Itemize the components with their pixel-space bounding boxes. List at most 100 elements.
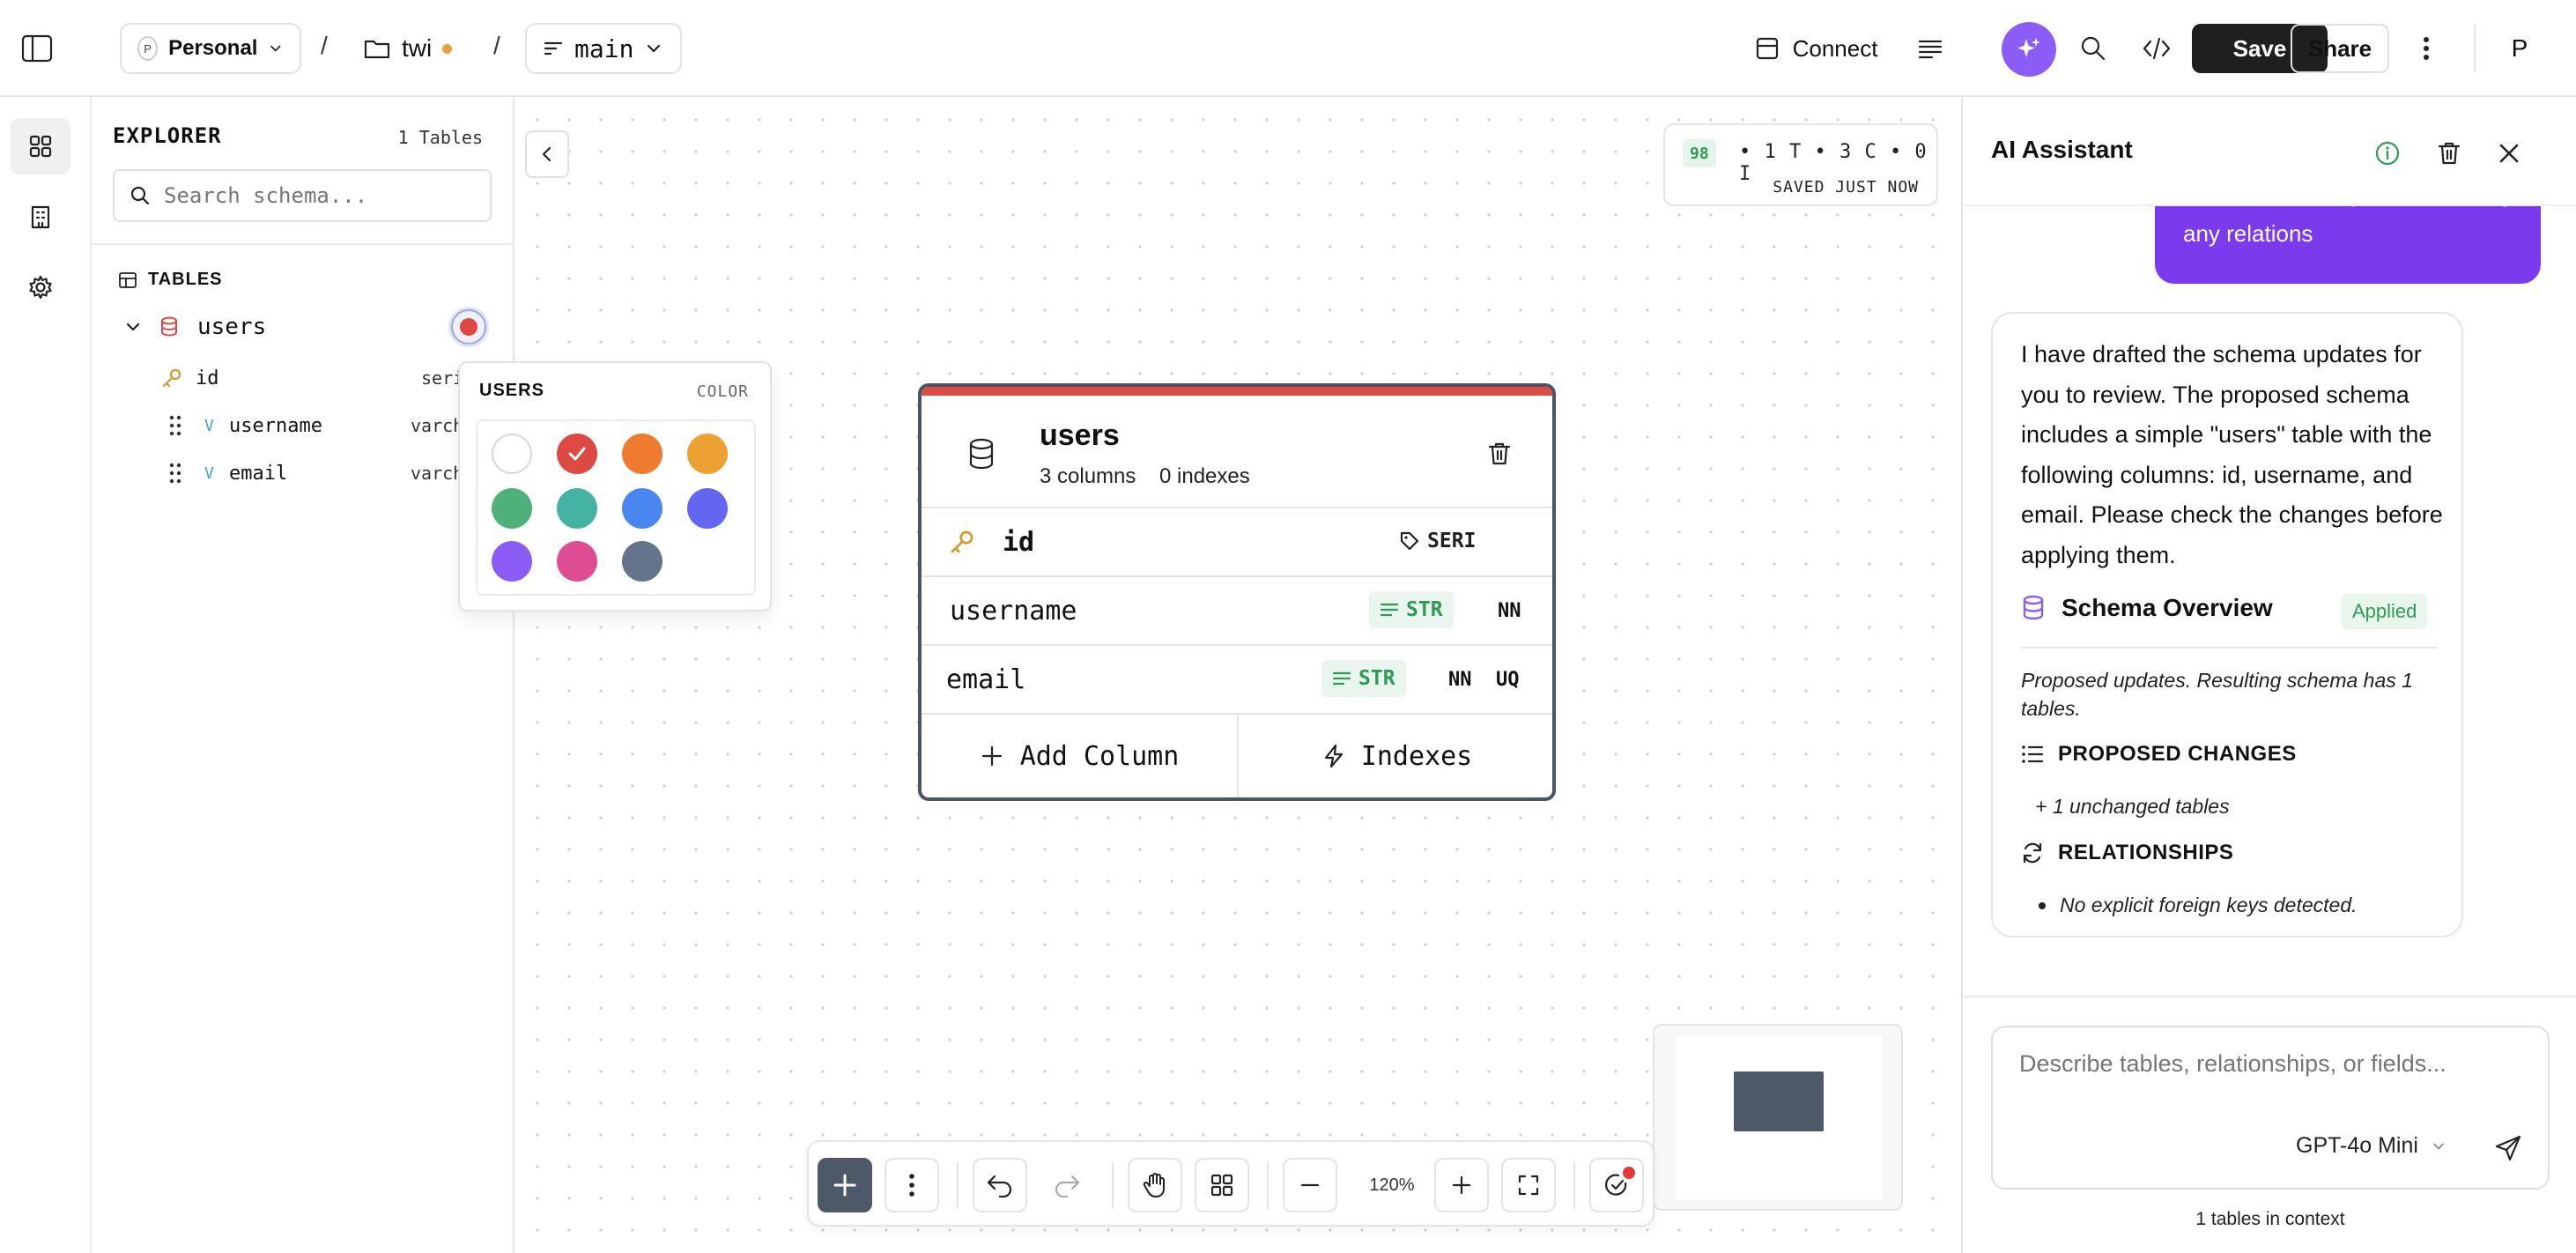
explorer-panel: EXPLORER 1 Tables TABLES users id seri V… <box>92 97 514 1253</box>
clear-chat-button[interactable] <box>2432 136 2467 171</box>
redo-button[interactable] <box>1040 1158 1094 1212</box>
user-avatar[interactable]: P <box>2495 23 2544 74</box>
color-swatch-white[interactable] <box>492 434 532 474</box>
connect-label: Connect <box>1792 34 1878 62</box>
indexes-label: Indexes <box>1360 740 1473 772</box>
plus-icon <box>1452 1175 1471 1195</box>
workspace-selector[interactable]: P Personal <box>120 23 301 74</box>
toggle-sidebar-button[interactable] <box>12 23 62 74</box>
ai-assistant-button[interactable] <box>2002 22 2056 77</box>
chevron-down-icon <box>126 323 140 331</box>
tree-column-username[interactable]: V username varch <box>92 404 514 448</box>
divider <box>1573 1161 1575 1209</box>
chat-input-box[interactable]: GPT-4o Mini <box>1991 1026 2550 1190</box>
not-null-flag: NN <box>1448 668 1472 691</box>
proposed-changes-title: PROPOSED CHANGES <box>2058 742 2297 766</box>
table-card-title[interactable]: users <box>1040 419 1120 453</box>
auto-layout-button[interactable] <box>1195 1158 1249 1212</box>
close-assistant-button[interactable] <box>2491 136 2527 171</box>
color-swatch-red[interactable] <box>557 434 597 474</box>
column-row-username[interactable]: username STR NN <box>922 575 1552 644</box>
text-lines-icon <box>1380 603 1399 617</box>
color-swatch-blue[interactable] <box>622 488 663 529</box>
tree-column-id[interactable]: id seri <box>92 356 514 400</box>
rail-organization-button[interactable] <box>11 189 70 245</box>
key-icon <box>951 530 973 553</box>
add-column-button[interactable]: Add Column <box>922 715 1237 797</box>
unsaved-dot <box>442 43 453 54</box>
text-lines-icon <box>1332 671 1351 686</box>
model-name: GPT-4o Mini <box>2296 1133 2418 1158</box>
hand-icon <box>1143 1173 1165 1197</box>
add-table-button[interactable] <box>818 1158 872 1212</box>
color-swatch-pink[interactable] <box>557 541 597 582</box>
minus-icon <box>1300 1183 1320 1187</box>
schema-search-input[interactable] <box>164 183 463 208</box>
column-row-email[interactable]: email STR NN UQ <box>922 644 1552 713</box>
relationships-item: No explicit foreign keys detected. <box>2039 893 2358 917</box>
color-swatch-slate[interactable] <box>622 541 663 582</box>
relationships-text: No explicit foreign keys detected. <box>2060 893 2358 916</box>
color-swatch-violet[interactable] <box>492 541 532 582</box>
undo-button[interactable] <box>973 1158 1027 1212</box>
relationships-title: RELATIONSHIPS <box>2058 841 2234 864</box>
color-swatch-orange[interactable] <box>622 434 663 474</box>
more-options-button[interactable] <box>2405 23 2447 74</box>
rail-schema-button[interactable] <box>11 118 70 174</box>
branch-selector[interactable]: main <box>525 23 682 74</box>
schema-overview-title: Schema Overview <box>2062 594 2273 621</box>
pan-tool-button[interactable] <box>1128 1158 1182 1212</box>
format-button[interactable] <box>1908 23 1952 74</box>
gear-icon <box>29 275 52 300</box>
model-selector[interactable]: GPT-4o Mini <box>2296 1133 2446 1159</box>
fit-view-button[interactable] <box>1501 1158 1556 1212</box>
bullet <box>2039 901 2046 909</box>
table-card-users[interactable]: users 3 columns 0 indexes id SERI userna… <box>918 383 1556 801</box>
explorer-title: EXPLORER <box>113 123 222 148</box>
canvas-toolbar: 120% <box>807 1140 1654 1227</box>
send-button[interactable] <box>2486 1126 2530 1170</box>
color-picker-label: COLOR <box>696 382 749 401</box>
color-swatch-teal[interactable] <box>557 488 597 529</box>
schema-overview-header: Schema Overview <box>2021 594 2273 622</box>
tree-column-email[interactable]: V email varch <box>92 451 514 495</box>
search-button[interactable] <box>2070 23 2116 74</box>
column-type-tag: SERI <box>1388 523 1486 560</box>
color-swatch-amber[interactable] <box>687 434 728 474</box>
search-icon <box>130 186 150 205</box>
rail-settings-button[interactable] <box>11 259 70 315</box>
schema-search-box[interactable] <box>113 169 492 222</box>
connect-button[interactable]: Connect <box>1750 23 1882 74</box>
database-icon <box>2023 595 2044 620</box>
code-view-button[interactable] <box>2134 23 2180 74</box>
proposed-changes-item: + 1 unchanged tables <box>2035 795 2230 818</box>
delete-table-button[interactable] <box>1480 434 1519 473</box>
column-row-id[interactable]: id SERI <box>922 507 1552 575</box>
minimap[interactable] <box>1653 1024 1903 1211</box>
project-selector[interactable]: twi <box>363 23 453 74</box>
more-tools-button[interactable] <box>885 1158 939 1212</box>
collapse-explorer-button[interactable] <box>525 130 569 178</box>
tree-table-users[interactable]: users <box>92 305 514 349</box>
schema-grid-icon <box>29 135 52 158</box>
applied-badge: Applied <box>2342 594 2428 629</box>
divider <box>2474 25 2476 72</box>
zoom-out-button[interactable] <box>1283 1158 1337 1212</box>
zoom-in-button[interactable] <box>1434 1158 1489 1212</box>
share-button[interactable]: Share <box>2291 24 2389 73</box>
undo-icon <box>987 1175 1012 1197</box>
color-swatch-indigo[interactable] <box>687 488 728 529</box>
column-type-label: STR <box>1406 598 1443 621</box>
divider <box>1267 1161 1269 1209</box>
indexes-button[interactable]: Indexes <box>1239 715 1552 797</box>
table-card-columns-count: 3 columns <box>1040 464 1136 488</box>
column-type-tag: STR <box>1321 660 1406 697</box>
assistant-info-button[interactable] <box>2370 136 2405 171</box>
chat-input[interactable] <box>2019 1050 2530 1103</box>
validation-button[interactable] <box>1589 1158 1644 1212</box>
divider <box>92 243 514 245</box>
schema-canvas[interactable]: 98 • 1 T • 3 C • 0 I SAVED JUST NOW user… <box>514 97 1961 1253</box>
trash-icon <box>2438 142 2461 165</box>
color-swatch-green[interactable] <box>492 488 532 529</box>
table-color-button[interactable] <box>451 309 486 345</box>
